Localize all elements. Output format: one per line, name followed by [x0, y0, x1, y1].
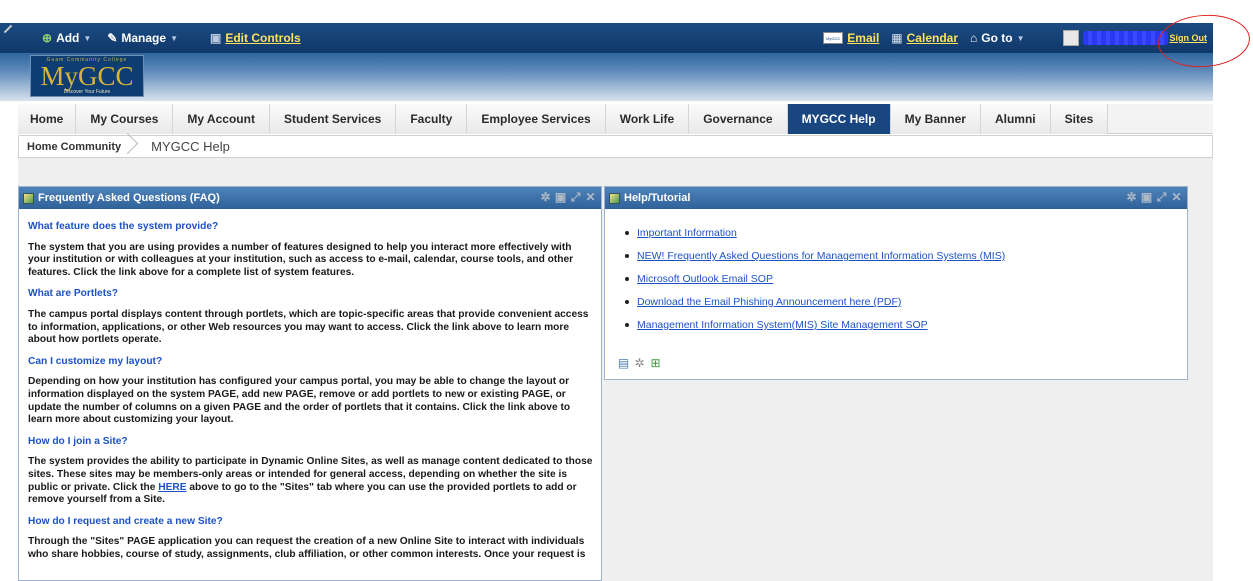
page: ⊕ Add ▼ ✎ Manage ▼ ▣ Edit Controls MyGCC… — [0, 0, 1253, 581]
bullet-icon — [625, 231, 629, 235]
breadcrumb-home[interactable]: Home Community — [19, 141, 137, 153]
tab-home[interactable]: Home — [18, 104, 77, 134]
tab-mygcc-help[interactable]: MYGCC Help — [787, 104, 891, 134]
list-item: Management Information System(MIS) Site … — [625, 319, 1187, 331]
tab-work-life[interactable]: Work Life — [605, 104, 690, 134]
bullet-icon — [625, 323, 629, 327]
breadcrumb: Home Community MYGCC Help — [18, 135, 1213, 158]
close-icon[interactable]: ✕ — [584, 191, 597, 204]
edit-icon[interactable]: ▣ — [554, 191, 567, 204]
list-item: Download the Email Phishing Announcement… — [625, 296, 1187, 308]
help-link[interactable]: Download the Email Phishing Announcement… — [637, 296, 901, 308]
main-nav: Home My Courses My Account Student Servi… — [18, 104, 1213, 134]
portlet-icon — [609, 192, 620, 204]
add-item-icon[interactable]: ⊞ — [649, 357, 662, 370]
edit-icon[interactable]: ▣ — [1140, 191, 1153, 204]
faq-portlet: Frequently Asked Questions (FAQ) ✲ ▣ ⤢ ✕… — [18, 186, 602, 581]
help-link[interactable]: Important Information — [637, 227, 737, 239]
help-tools: ▤ ✲ ⊞ — [617, 357, 665, 370]
faq-question[interactable]: What feature does the system provide? — [28, 221, 593, 234]
manage-label: Manage — [121, 31, 167, 45]
help-portlet-header: Help/Tutorial ✲ ▣ ⤢ ✕ — [605, 187, 1187, 209]
bullet-icon — [625, 254, 629, 258]
tab-faculty[interactable]: Faculty — [396, 104, 468, 134]
faq-question[interactable]: Can I customize my layout? — [28, 356, 593, 369]
faq-body: What feature does the system provide? Th… — [19, 209, 601, 561]
edit-controls-label: Edit Controls — [225, 31, 301, 45]
close-icon[interactable]: ✕ — [1170, 191, 1183, 204]
faq-answer: Depending on how your institution has co… — [28, 376, 571, 426]
chevron-down-icon: ▼ — [1016, 33, 1025, 43]
decorative-slash — [3, 24, 13, 34]
tab-my-courses[interactable]: My Courses — [76, 104, 174, 134]
tab-employee-services[interactable]: Employee Services — [467, 104, 606, 134]
goto-label: Go to — [981, 31, 1013, 45]
bullet-icon — [625, 300, 629, 304]
edit-controls-link[interactable]: ▣ Edit Controls — [210, 31, 301, 45]
add-label: Add — [56, 31, 80, 45]
right-tools: MyGCC Email ▦ Calendar ⌂ Go to ▼ Sign Ou… — [823, 23, 1207, 53]
faq-portlet-title: Frequently Asked Questions (FAQ) — [38, 192, 220, 204]
gear-icon[interactable]: ✲ — [539, 191, 552, 204]
add-menu[interactable]: ⊕ Add ▼ — [42, 31, 91, 45]
top-toolbar: ⊕ Add ▼ ✎ Manage ▼ ▣ Edit Controls MyGCC… — [0, 23, 1213, 53]
help-link[interactable]: Microsoft Outlook Email SOP — [637, 273, 773, 285]
list-item: NEW! Frequently Asked Questions for Mana… — [625, 250, 1187, 262]
help-tutorial-portlet: Help/Tutorial ✲ ▣ ⤢ ✕ Important Informat… — [604, 186, 1188, 380]
portlet-icon — [23, 192, 34, 204]
email-link[interactable]: Email — [847, 31, 879, 45]
faq-portlet-header: Frequently Asked Questions (FAQ) ✲ ▣ ⤢ ✕ — [19, 187, 601, 209]
maximize-icon[interactable]: ⤢ — [1155, 191, 1168, 204]
header: ⊕ Add ▼ ✎ Manage ▼ ▣ Edit Controls MyGCC… — [0, 23, 1213, 101]
mygcc-logo[interactable]: Guam Community College MyGCC Discover Yo… — [30, 55, 144, 97]
breadcrumb-current: MYGCC Help — [151, 139, 230, 154]
tab-student-services[interactable]: Student Services — [269, 104, 397, 134]
redacted-username[interactable] — [1082, 31, 1168, 45]
home-icon: ⌂ — [970, 31, 978, 45]
manage-menu[interactable]: ✎ Manage ▼ — [107, 31, 178, 45]
logo-name: MyGCC — [40, 61, 134, 91]
mygcc-mini-logo: MyGCC — [823, 32, 844, 44]
chevron-down-icon: ▼ — [83, 33, 92, 43]
bullet-icon — [625, 277, 629, 281]
faq-answer: Through the "Sites" PAGE application you… — [28, 536, 586, 560]
help-link[interactable]: Management Information System(MIS) Site … — [637, 319, 928, 331]
gear-icon[interactable]: ✲ — [1125, 191, 1138, 204]
calendar-icon: ▦ — [891, 31, 903, 45]
chevron-down-icon: ▼ — [170, 33, 178, 43]
portlet-controls: ✲ ▣ ⤢ ✕ — [1123, 191, 1183, 204]
tab-my-banner[interactable]: My Banner — [890, 104, 981, 134]
faq-answer: The campus portal displays content throu… — [28, 308, 589, 346]
pencil-icon: ✎ — [107, 31, 118, 45]
faq-answer: The system provides the ability to parti… — [28, 456, 593, 506]
avatar[interactable] — [1062, 30, 1079, 46]
maximize-icon[interactable]: ⤢ — [569, 191, 582, 204]
tab-my-account[interactable]: My Account — [173, 104, 270, 134]
faq-question[interactable]: What are Portlets? — [28, 288, 593, 301]
portlet-controls: ✲ ▣ ⤢ ✕ — [537, 191, 597, 204]
help-link[interactable]: NEW! Frequently Asked Questions for Mana… — [637, 250, 1005, 262]
tab-sites[interactable]: Sites — [1050, 104, 1109, 134]
here-link[interactable]: HERE — [158, 482, 186, 493]
list-item: Microsoft Outlook Email SOP — [625, 273, 1187, 285]
faq-question[interactable]: How do I join a Site? — [28, 436, 593, 449]
tab-alumni[interactable]: Alumni — [980, 104, 1051, 134]
help-link-list: Important Information NEW! Frequently As… — [605, 209, 1187, 331]
edit-content-icon[interactable]: ▤ — [617, 357, 630, 370]
plus-circle-icon: ⊕ — [42, 31, 53, 45]
tab-governance[interactable]: Governance — [689, 104, 788, 134]
help-portlet-title: Help/Tutorial — [624, 192, 691, 204]
goto-menu[interactable]: ⌂ Go to ▼ — [970, 31, 1025, 45]
gear-icon[interactable]: ✲ — [633, 357, 646, 370]
edit-page-icon: ▣ — [209, 31, 222, 45]
calendar-link[interactable]: Calendar — [907, 31, 958, 45]
faq-question[interactable]: How do I request and create a new Site? — [28, 516, 593, 529]
faq-answer: The system that you are using provides a… — [28, 241, 574, 278]
list-item: Important Information — [625, 227, 1187, 239]
